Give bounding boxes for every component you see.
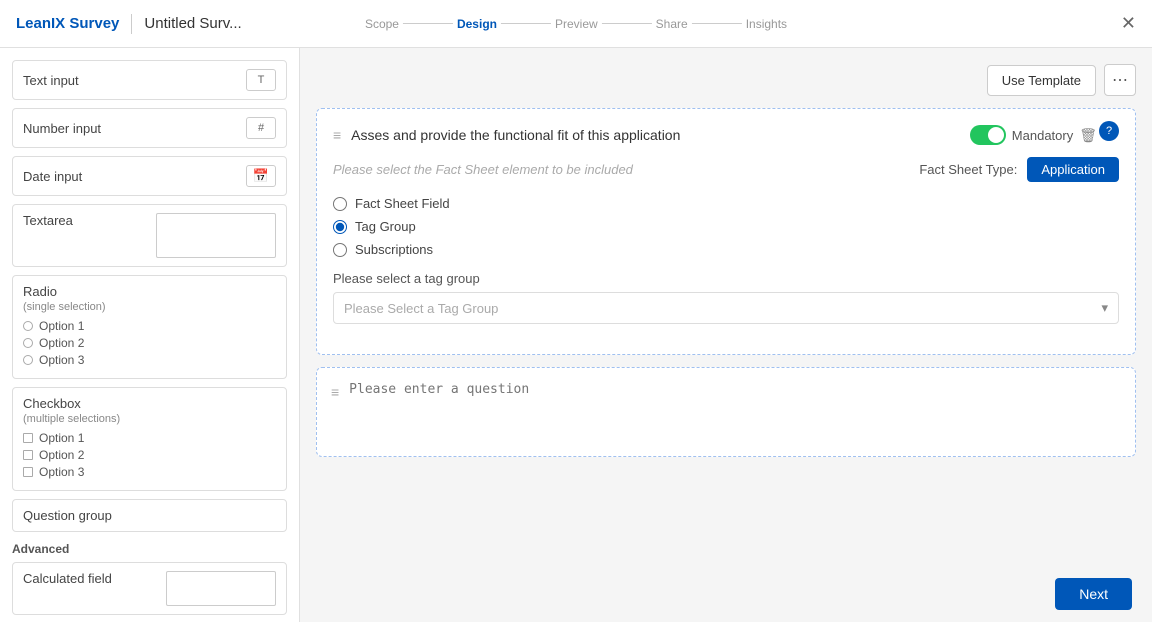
question-group-label: Question group <box>23 508 112 523</box>
sidebar-item-calculated-field[interactable]: Calculated field <box>12 562 287 615</box>
step-line-3 <box>602 23 652 24</box>
radio-fact-sheet-field[interactable] <box>333 197 347 211</box>
sidebar-item-date-input[interactable]: Date input 📅 <box>12 156 287 196</box>
checkbox-box-3 <box>23 467 33 477</box>
content-area: Use Template ⋯ ? ≡ Mandatory 🗑 ⋯ <box>300 48 1152 622</box>
next-button[interactable]: Next <box>1055 578 1132 610</box>
number-input-label: Number input <box>23 121 236 136</box>
sidebar-item-radio[interactable]: Radio (single selection) Option 1 Option… <box>12 275 287 379</box>
textarea-preview-box <box>156 213 276 258</box>
number-input-icon: # <box>246 117 276 139</box>
add-question-input[interactable] <box>349 382 1121 442</box>
option-fact-sheet-field[interactable]: Fact Sheet Field <box>333 196 1119 211</box>
checkbox-sub: (multiple selections) <box>23 413 276 425</box>
more-icon: ⋯ <box>1112 70 1128 90</box>
help-icon[interactable]: ? <box>1099 121 1119 141</box>
sidebar-item-text-input[interactable]: Text input T <box>12 60 287 100</box>
option-tag-group[interactable]: Tag Group <box>333 219 1119 234</box>
option-fact-sheet-field-label: Fact Sheet Field <box>355 196 450 211</box>
fact-sheet-type-label: Fact Sheet Type: <box>919 162 1017 177</box>
question-card-header: ≡ Mandatory 🗑 ⋯ <box>333 125 1119 145</box>
steps-nav: Scope Design Preview Share Insights <box>365 17 787 31</box>
fact-sheet-type-button[interactable]: Application <box>1027 157 1119 182</box>
step-scope[interactable]: Scope <box>365 17 399 31</box>
question-title-input[interactable] <box>351 127 960 143</box>
step-preview-label: Preview <box>555 17 598 31</box>
step-share[interactable]: Share <box>656 17 688 31</box>
radio-subscriptions[interactable] <box>333 243 347 257</box>
radio-label: Radio <box>23 284 276 299</box>
main-layout: Text input T Number input # Date input 📅… <box>0 48 1152 622</box>
tag-group-select[interactable]: Please Select a Tag Group ▾ <box>333 292 1119 324</box>
radio-option-2: Option 2 <box>23 336 276 350</box>
mandatory-label: Mandatory <box>1012 128 1073 143</box>
drag-handle[interactable]: ≡ <box>333 127 341 143</box>
logo: LeanIX Survey <box>16 15 119 32</box>
header: LeanIX Survey Untitled Surv... Scope Des… <box>0 0 1152 48</box>
advanced-section-label: Advanced <box>12 542 287 556</box>
calculated-field-label: Calculated field <box>23 571 156 586</box>
radio-tag-group[interactable] <box>333 220 347 234</box>
radio-option-3: Option 3 <box>23 353 276 367</box>
checkbox-label: Checkbox <box>23 396 276 411</box>
tag-group-section: Please select a tag group Please Select … <box>333 271 1119 324</box>
header-divider <box>131 14 132 34</box>
footer: Next <box>1035 566 1152 622</box>
textarea-label: Textarea <box>23 213 146 228</box>
date-input-icon: 📅 <box>246 165 276 187</box>
toggle-thumb <box>988 127 1004 143</box>
close-button[interactable]: ✕ <box>1121 13 1136 34</box>
checkbox-box-2 <box>23 450 33 460</box>
step-line-1 <box>403 23 453 24</box>
radio-sub: (single selection) <box>23 301 276 313</box>
fact-sheet-placeholder: Please select the Fact Sheet element to … <box>333 162 909 177</box>
question-card-1: ? ≡ Mandatory 🗑 ⋯ Please select the Fact… <box>316 108 1136 355</box>
checkbox-box-1 <box>23 433 33 443</box>
add-question-card: ≡ <box>316 367 1136 457</box>
sidebar-item-textarea[interactable]: Textarea <box>12 204 287 267</box>
sidebar-item-checkbox[interactable]: Checkbox (multiple selections) Option 1 … <box>12 387 287 491</box>
checkbox-option-2: Option 2 <box>23 448 276 462</box>
sidebar-item-number-input[interactable]: Number input # <box>12 108 287 148</box>
use-template-button[interactable]: Use Template <box>987 65 1096 96</box>
sidebar: Text input T Number input # Date input 📅… <box>0 48 300 622</box>
fact-sheet-row: Please select the Fact Sheet element to … <box>333 157 1119 182</box>
radio-circle-1 <box>23 321 33 331</box>
text-input-icon: T <box>246 69 276 91</box>
delete-icon[interactable]: 🗑 <box>1079 127 1097 144</box>
option-subscriptions[interactable]: Subscriptions <box>333 242 1119 257</box>
add-question-drag-handle[interactable]: ≡ <box>331 382 339 400</box>
checkbox-option-3: Option 3 <box>23 465 276 479</box>
checkbox-option-1: Option 1 <box>23 431 276 445</box>
option-subscriptions-label: Subscriptions <box>355 242 433 257</box>
mandatory-toggle[interactable] <box>970 125 1006 145</box>
step-insights-label: Insights <box>746 17 787 31</box>
step-share-label: Share <box>656 17 688 31</box>
step-scope-label: Scope <box>365 17 399 31</box>
radio-circle-3 <box>23 355 33 365</box>
step-design-label: Design <box>457 17 497 31</box>
radio-circle-2 <box>23 338 33 348</box>
date-input-label: Date input <box>23 169 236 184</box>
toolbar: Use Template ⋯ <box>316 64 1136 96</box>
chevron-down-icon: ▾ <box>1101 300 1108 316</box>
element-options: Fact Sheet Field Tag Group Subscriptions <box>333 196 1119 257</box>
mandatory-section: Mandatory 🗑 ⋯ <box>970 125 1119 145</box>
tag-group-label: Please select a tag group <box>333 271 1119 286</box>
text-input-label: Text input <box>23 73 236 88</box>
step-insights[interactable]: Insights <box>746 17 787 31</box>
step-preview[interactable]: Preview <box>555 17 598 31</box>
step-line-2 <box>501 23 551 24</box>
step-line-4 <box>692 23 742 24</box>
option-tag-group-label: Tag Group <box>355 219 416 234</box>
calculated-field-preview <box>166 571 276 606</box>
sidebar-item-question-group[interactable]: Question group <box>12 499 287 532</box>
more-options-button[interactable]: ⋯ <box>1104 64 1136 96</box>
radio-option-1: Option 1 <box>23 319 276 333</box>
tag-group-select-placeholder: Please Select a Tag Group <box>344 301 498 316</box>
survey-title[interactable]: Untitled Surv... <box>144 15 241 32</box>
step-design[interactable]: Design <box>457 17 497 31</box>
